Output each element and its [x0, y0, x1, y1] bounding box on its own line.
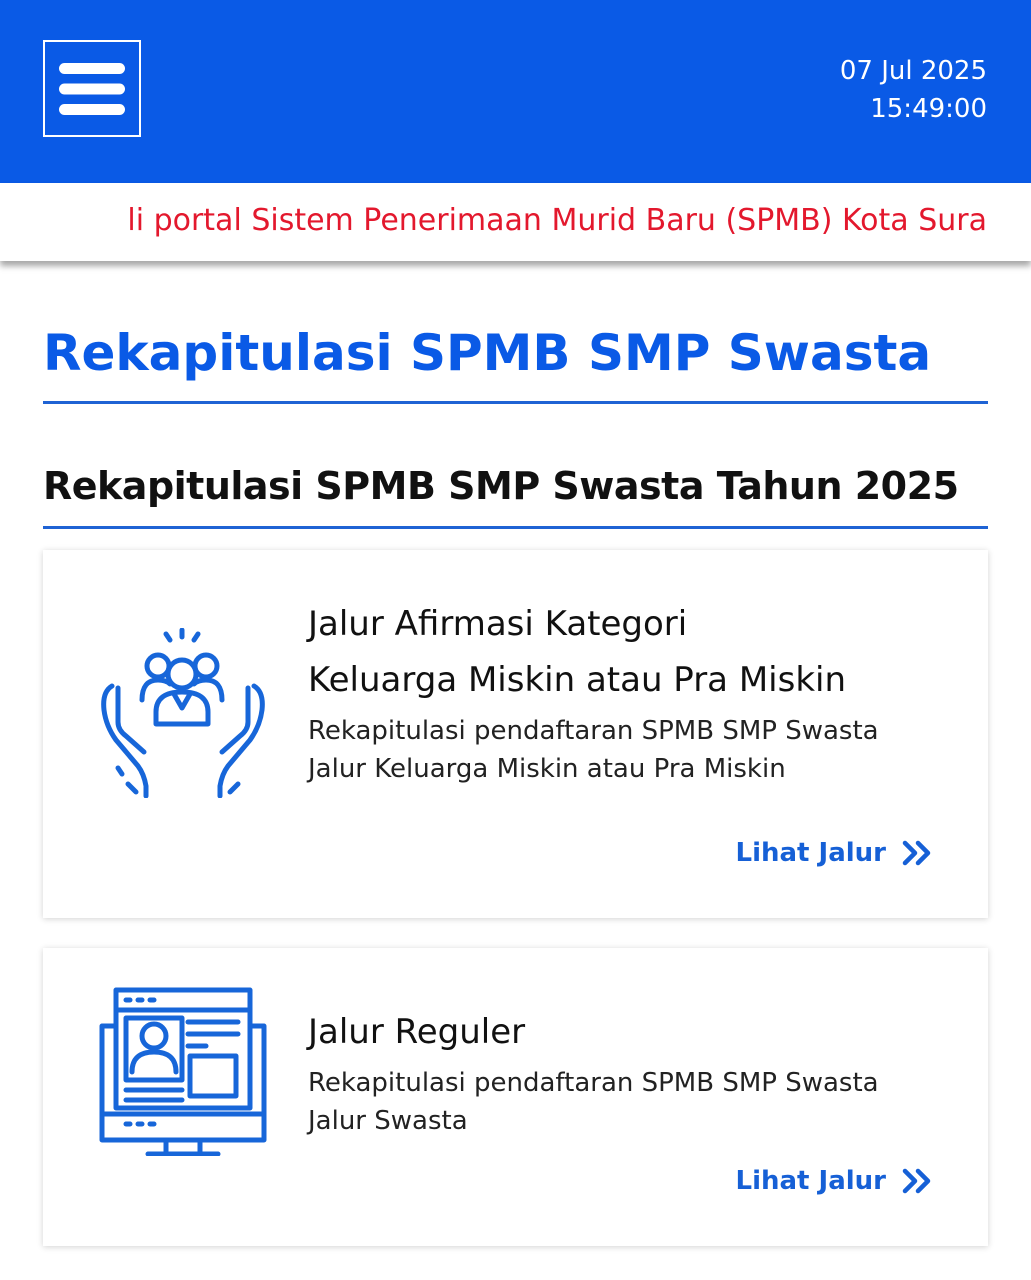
current-date: 07 Jul 2025 — [839, 56, 987, 86]
double-chevron-right-icon — [902, 1168, 931, 1194]
card-title-line2: Keluarga Miskin atau Pra Miskin — [308, 660, 847, 700]
link-label: Lihat Jalur — [735, 1166, 886, 1196]
ticker-text: li portal Sistem Penerimaan Murid Baru (… — [127, 203, 987, 238]
lihat-jalur-link[interactable]: Lihat Jalur — [736, 838, 932, 868]
computer-profile-icon — [99, 987, 267, 1156]
card-description: Rekapitulasi pendaftaran SPMB SMP Swasta… — [308, 1068, 879, 1136]
hands-people-icon — [101, 628, 265, 798]
card-title: Jalur Afirmasi Kategori Keluarga Miskin … — [308, 596, 938, 708]
menu-button[interactable] — [43, 40, 141, 137]
card-description: Rekapitulasi pendaftaran SPMB SMP Swasta… — [308, 716, 879, 784]
hamburger-menu-icon — [59, 62, 125, 115]
jalur-card-afirmasi[interactable]: Jalur Afirmasi Kategori Keluarga Miskin … — [43, 550, 988, 918]
link-label: Lihat Jalur — [735, 838, 886, 868]
section-divider — [43, 526, 988, 529]
current-time: 15:49:00 — [870, 94, 987, 124]
date-time-display: 07 Jul 2025 15:49:00 — [840, 52, 987, 128]
jalur-card-reguler[interactable]: Jalur Reguler Rekapitulasi pendaftaran S… — [43, 948, 988, 1246]
lihat-jalur-link[interactable]: Lihat Jalur — [736, 1166, 932, 1196]
top-header: 07 Jul 2025 15:49:00 — [0, 0, 1031, 183]
page-title: Rekapitulasi SPMB SMP Swasta — [43, 324, 932, 382]
double-chevron-right-icon — [902, 840, 931, 866]
news-ticker: li portal Sistem Penerimaan Murid Baru (… — [0, 183, 1031, 261]
card-title: Jalur Reguler — [308, 1012, 526, 1052]
title-divider — [43, 401, 988, 404]
section-title: Rekapitulasi SPMB SMP Swasta Tahun 2025 — [43, 464, 959, 508]
card-title-line1: Jalur Afirmasi Kategori — [308, 604, 688, 644]
